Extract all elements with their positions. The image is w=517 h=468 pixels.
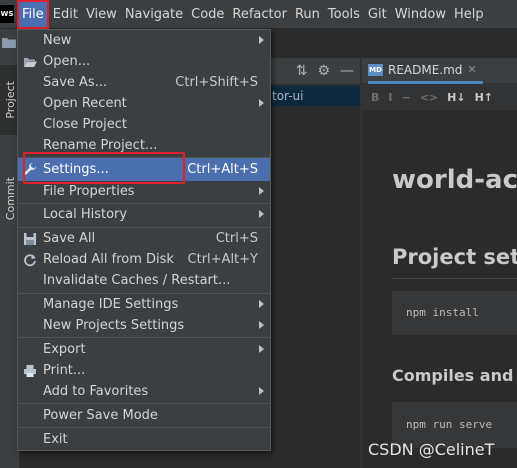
menu-file[interactable]: File bbox=[17, 0, 49, 29]
menu-item-close-project[interactable]: Close Project bbox=[18, 114, 270, 135]
submenu-arrow-icon bbox=[259, 300, 264, 308]
close-icon[interactable]: ✕ bbox=[467, 63, 476, 76]
code-icon[interactable]: <> bbox=[420, 91, 438, 104]
menu-git[interactable]: Git bbox=[364, 0, 391, 29]
menu-item-label: Save As... bbox=[43, 75, 108, 90]
strikethrough-icon[interactable]: − bbox=[401, 91, 410, 104]
menu-item-label: Manage IDE Settings bbox=[43, 297, 179, 312]
menu-item-label: Rename Project... bbox=[43, 138, 158, 153]
menu-edit[interactable]: Edit bbox=[49, 0, 82, 29]
markdown-preview: world-ac Project set npm install Compile… bbox=[362, 110, 517, 468]
menu-item-label: Add to Favorites bbox=[43, 384, 149, 399]
submenu-arrow-icon bbox=[259, 321, 264, 329]
menu-item-label: Power Save Mode bbox=[43, 408, 158, 423]
italic-icon[interactable]: I bbox=[388, 91, 392, 104]
heading-increase-icon[interactable]: H↑ bbox=[475, 91, 493, 104]
menu-item-settings[interactable]: Settings... Ctrl+Alt+S bbox=[18, 158, 270, 181]
project-tree-row[interactable]: tor-ui bbox=[270, 86, 360, 106]
tab-label: README.md bbox=[388, 62, 463, 77]
menu-item-label: Open... bbox=[43, 54, 91, 69]
file-menu-dropdown: New Open... Save As... Ctrl+Shift+S Open… bbox=[17, 29, 271, 451]
menu-item-label: File Properties bbox=[43, 184, 135, 199]
submenu-arrow-icon bbox=[259, 345, 264, 353]
menu-item-save-as[interactable]: Save As... Ctrl+Shift+S bbox=[18, 72, 270, 93]
menu-item-new-projects-settings[interactable]: New Projects Settings bbox=[18, 315, 270, 336]
submenu-arrow-icon bbox=[259, 387, 264, 395]
menu-help[interactable]: Help bbox=[450, 0, 488, 29]
menu-tools[interactable]: Tools bbox=[324, 0, 364, 29]
menu-item-file-properties[interactable]: File Properties bbox=[18, 181, 270, 202]
menu-item-save-all[interactable]: Save All Ctrl+S bbox=[18, 228, 270, 249]
preview-heading-1: world-ac bbox=[392, 165, 517, 195]
menu-item-print[interactable]: Print... bbox=[18, 360, 270, 381]
menu-item-label: Close Project bbox=[43, 117, 128, 132]
app-logo-icon: WS bbox=[0, 5, 14, 23]
folder-icon bbox=[2, 38, 16, 48]
menu-item-open-recent[interactable]: Open Recent bbox=[18, 93, 270, 114]
heading-decrease-icon[interactable]: H↓ bbox=[447, 91, 465, 104]
menu-item-new[interactable]: New bbox=[18, 30, 270, 51]
project-panel-toolbar: ⇅ ⚙ — bbox=[270, 58, 360, 84]
collapse-all-icon[interactable]: ⇅ bbox=[296, 63, 308, 79]
menu-item-label: Settings... bbox=[43, 162, 109, 177]
menu-item-export[interactable]: Export bbox=[18, 339, 270, 360]
menu-separator bbox=[18, 337, 270, 338]
submenu-arrow-icon bbox=[259, 187, 264, 195]
menu-item-shortcut: Ctrl+S bbox=[215, 231, 258, 246]
menu-item-label: Exit bbox=[43, 432, 68, 447]
menu-code[interactable]: Code bbox=[187, 0, 228, 29]
markdown-file-icon: MD bbox=[368, 63, 383, 76]
menu-item-label: New Projects Settings bbox=[43, 318, 185, 333]
submenu-arrow-icon bbox=[259, 210, 264, 218]
menu-bar: WS File Edit View Navigate Code Refactor… bbox=[0, 0, 517, 29]
menu-item-exit[interactable]: Exit bbox=[18, 429, 270, 450]
menu-view[interactable]: View bbox=[82, 0, 121, 29]
menu-item-shortcut: Ctrl+Alt+S bbox=[187, 162, 258, 177]
bold-icon[interactable]: B bbox=[371, 91, 379, 104]
menu-item-local-history[interactable]: Local History bbox=[18, 204, 270, 225]
preview-heading-3: Compiles and bbox=[392, 366, 514, 385]
save-icon bbox=[24, 233, 36, 245]
menu-item-invalidate-caches[interactable]: Invalidate Caches / Restart... bbox=[18, 270, 270, 291]
menu-item-label: Invalidate Caches / Restart... bbox=[43, 273, 231, 288]
folder-open-icon bbox=[24, 58, 37, 67]
editor-tab-bar: MD README.md ✕ bbox=[362, 58, 517, 84]
wrench-icon bbox=[24, 163, 36, 175]
tab-readme[interactable]: MD README.md ✕ bbox=[368, 58, 483, 84]
menu-separator bbox=[18, 403, 270, 404]
watermark: CSDN @CelineT bbox=[368, 440, 495, 459]
menu-item-label: Open Recent bbox=[43, 96, 127, 111]
menu-refactor[interactable]: Refactor bbox=[228, 0, 291, 29]
menu-item-rename-project[interactable]: Rename Project... bbox=[18, 135, 270, 156]
menu-item-reload-all[interactable]: Reload All from Disk Ctrl+Alt+Y bbox=[18, 249, 270, 270]
submenu-arrow-icon bbox=[259, 36, 264, 44]
menu-item-manage-ide-settings[interactable]: Manage IDE Settings bbox=[18, 294, 270, 315]
menu-separator bbox=[18, 427, 270, 428]
menu-item-label: Local History bbox=[43, 207, 128, 222]
menu-item-label: Reload All from Disk bbox=[43, 252, 174, 267]
reload-icon bbox=[24, 254, 36, 267]
menu-item-label: Print... bbox=[43, 363, 86, 378]
markdown-toolbar: B I − <> H↓ H↑ bbox=[362, 84, 517, 110]
preview-heading-2: Project set bbox=[392, 245, 517, 269]
submenu-arrow-icon bbox=[259, 99, 264, 107]
printer-icon bbox=[24, 365, 36, 377]
menu-item-open[interactable]: Open... bbox=[18, 51, 270, 72]
menu-item-add-to-favorites[interactable]: Add to Favorites bbox=[18, 381, 270, 402]
commit-tab-label: Commit bbox=[3, 177, 17, 221]
code-block-install: npm install bbox=[392, 291, 517, 335]
project-tab-label: Project bbox=[3, 81, 17, 119]
menu-item-power-save-mode[interactable]: Power Save Mode bbox=[18, 405, 270, 426]
gear-icon[interactable]: ⚙ bbox=[317, 63, 330, 79]
heading-rule bbox=[392, 278, 517, 279]
menu-item-shortcut: Ctrl+Shift+S bbox=[175, 75, 258, 90]
menu-window[interactable]: Window bbox=[391, 0, 450, 29]
menu-item-shortcut: Ctrl+Alt+Y bbox=[187, 252, 258, 267]
menu-item-label: Export bbox=[43, 342, 86, 357]
minimize-icon[interactable]: — bbox=[340, 63, 354, 79]
menu-run[interactable]: Run bbox=[291, 0, 324, 29]
menu-item-label: Save All bbox=[43, 231, 96, 246]
menu-item-label: New bbox=[43, 33, 72, 48]
menu-navigate[interactable]: Navigate bbox=[121, 0, 187, 29]
